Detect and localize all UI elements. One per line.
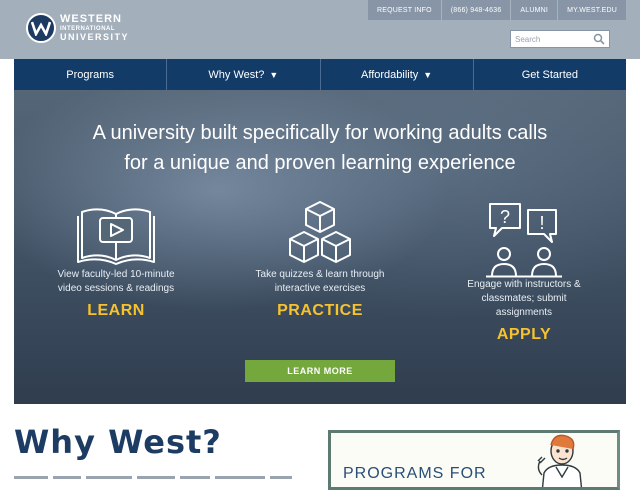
book-video-icon bbox=[77, 208, 155, 265]
shield-logo-icon bbox=[26, 13, 56, 43]
feature-description: View faculty-led 10-minute bbox=[57, 269, 175, 280]
caret-down-icon: ▼ bbox=[423, 69, 433, 80]
site-header: WESTERN INTERNATIONAL UNIVERSITY REQUEST… bbox=[0, 0, 640, 59]
search-input[interactable] bbox=[511, 31, 593, 47]
logo-text-university: UNIVERSITY bbox=[60, 32, 130, 42]
search-icon[interactable] bbox=[593, 33, 605, 45]
learn-more-button[interactable]: LEARN MORE bbox=[245, 360, 395, 382]
discussion-icon: ? ! bbox=[486, 203, 562, 278]
feature-practice: Take quizzes & learn through interactive… bbox=[220, 201, 420, 320]
hero-banner: A university built specifically for work… bbox=[14, 90, 626, 404]
feature-description: video sessions & readings bbox=[57, 283, 175, 294]
nav-label: Affordability bbox=[361, 68, 419, 81]
my-west-link[interactable]: MY.WEST.EDU bbox=[557, 0, 626, 20]
utility-nav: REQUEST INFO (866) 948-4636 ALUMNI MY.WE… bbox=[367, 0, 626, 20]
feature-description: Engage with instructors & bbox=[467, 279, 581, 290]
nav-label: Why West? bbox=[208, 68, 265, 81]
hero-headline-line: for a unique and proven learning experie… bbox=[124, 152, 516, 174]
programs-promo-card[interactable]: PROGRAMS FOR bbox=[328, 430, 620, 490]
nav-get-started[interactable]: Get Started bbox=[472, 59, 626, 90]
search-box bbox=[510, 30, 610, 48]
nav-label: Get Started bbox=[521, 68, 578, 81]
request-info-link[interactable]: REQUEST INFO bbox=[367, 0, 441, 20]
feature-description: classmates; submit bbox=[481, 293, 567, 304]
nav-affordability[interactable]: Affordability ▼ bbox=[319, 59, 473, 90]
why-west-heading: Why West? bbox=[14, 423, 222, 461]
svg-text:!: ! bbox=[539, 213, 544, 233]
hero-headline-line: A university built specifically for work… bbox=[92, 122, 548, 144]
promo-text: PROGRAMS FOR bbox=[343, 465, 487, 482]
phone-link[interactable]: (866) 948-4636 bbox=[440, 0, 511, 20]
feature-description: Take quizzes & learn through bbox=[255, 269, 385, 280]
caret-down-icon: ▼ bbox=[269, 69, 279, 80]
feature-description: interactive exercises bbox=[274, 283, 366, 294]
main-nav: Programs Why West? ▼ Affordability ▼ Get… bbox=[14, 59, 626, 90]
nav-programs[interactable]: Programs bbox=[14, 59, 166, 90]
svg-text:?: ? bbox=[500, 207, 510, 227]
cartoon-person-illustration bbox=[537, 434, 583, 487]
feature-apply: ? ! Engage with instructors & classmates… bbox=[424, 202, 624, 344]
feature-learn: View faculty-led 10-minute video session… bbox=[16, 202, 216, 320]
feature-heading: LEARN bbox=[87, 302, 145, 319]
nav-why-west[interactable]: Why West? ▼ bbox=[166, 59, 319, 90]
cubes-icon bbox=[289, 201, 351, 263]
hero-headline: A university built specifically for work… bbox=[14, 118, 626, 178]
logo-text-western: WESTERN bbox=[60, 13, 122, 25]
university-logo[interactable]: WESTERN INTERNATIONAL UNIVERSITY bbox=[26, 13, 129, 43]
feature-heading: PRACTICE bbox=[277, 302, 363, 319]
why-west-text-preview bbox=[14, 476, 304, 480]
alumni-link[interactable]: ALUMNI bbox=[510, 0, 558, 20]
nav-label: Programs bbox=[66, 68, 114, 81]
feature-heading: APPLY bbox=[496, 326, 552, 343]
feature-description: assignments bbox=[495, 307, 553, 318]
